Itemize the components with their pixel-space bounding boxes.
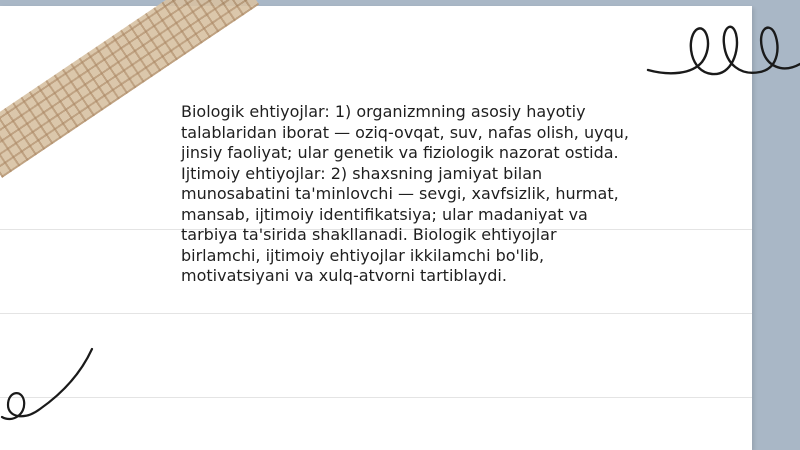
slide: Biologik ehtiyojlar: 1) organizmning aso… [0,0,800,450]
body-paragraph: Biologik ehtiyojlar: 1) organizmning aso… [181,102,629,285]
swirl-doodle-icon [0,347,94,421]
squiggle-loops-icon [646,25,800,76]
ruled-line [0,313,752,314]
ruled-line [0,397,752,398]
